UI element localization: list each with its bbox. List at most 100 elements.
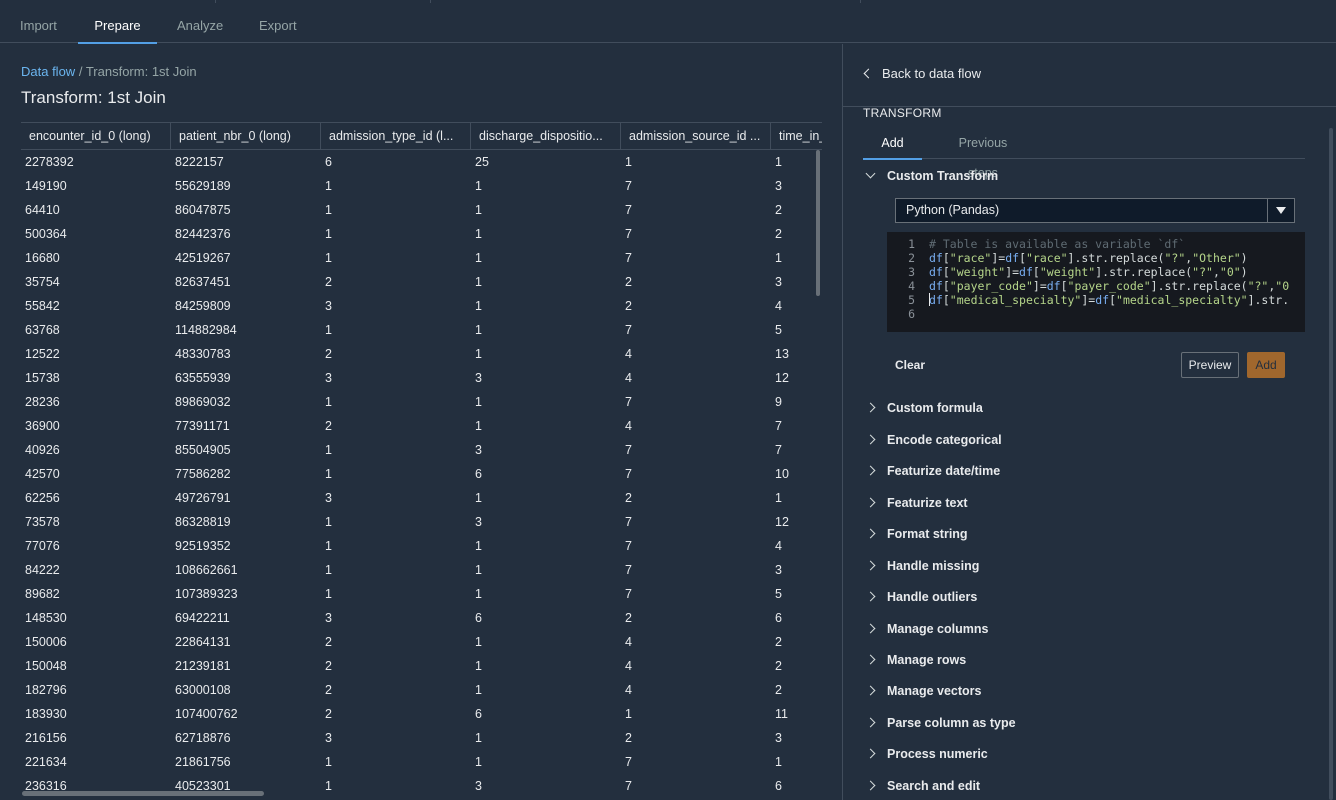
table-horizontal-scrollbar[interactable] [22,791,264,796]
table-cell: 1 [475,755,482,769]
table-cell: 221634 [25,755,67,769]
transform-panel: Back to data flow TRANSFORM Add Previous… [842,44,1336,800]
table-cell: 7 [625,539,632,553]
code-token: , [1212,265,1220,279]
table-cell: 1 [475,275,482,289]
column-header-patient-nbr[interactable]: patient_nbr_0 (long) [171,123,321,150]
table-vertical-scrollbar[interactable] [816,150,820,296]
table-cell: 42519267 [175,251,231,265]
tab-import[interactable]: Import [20,3,57,43]
code-token: df [1005,251,1020,265]
table-cell: 7 [625,227,632,241]
table-row: 183930 107400762 2 6 1 11 [21,702,822,726]
table-row: 73578 86328819 1 3 7 12 [21,510,822,534]
chevron-right-icon [865,623,876,634]
table-cell: 3 [325,491,332,505]
table-cell: 3 [775,275,782,289]
table-cell: 6 [325,155,332,169]
table-row: 150048 21239181 2 1 4 2 [21,654,822,678]
table-cell: 77586282 [175,467,231,481]
table-cell: 42570 [25,467,60,481]
code-token: "weight" [949,265,1006,279]
code-text: # Table is available as variable `df` [929,237,1185,251]
chevron-right-icon [865,591,876,602]
breadcrumb-separator: / [78,64,83,79]
expander-label: Custom formula [887,401,983,415]
table-cell: 6 [775,611,782,625]
table-cell: 2 [325,347,332,361]
table-header: encounter_id_0 (long) patient_nbr_0 (long… [21,122,822,150]
table-cell: 13 [775,347,789,361]
table-cell: 84222 [25,563,60,577]
table-cell: 4 [775,539,782,553]
add-button[interactable]: Add [1247,352,1285,378]
table-cell: 5 [775,323,782,337]
line-number: 5 [908,293,915,307]
column-header-discharge-disposition[interactable]: discharge_dispositio... [471,123,621,150]
column-header-admission-type-id[interactable]: admission_type_id (l... [321,123,471,150]
table-cell: 21239181 [175,659,231,673]
table-cell: 2 [625,299,632,313]
text-cursor [929,293,930,306]
panel-scrollbar[interactable] [1329,128,1333,800]
table-row: 16680 42519267 1 1 7 1 [21,246,822,270]
column-header-time-in[interactable]: time_in_ [771,123,822,150]
tab-export[interactable]: Export [259,3,297,43]
code-token: "race" [1026,251,1068,265]
table-cell: 3 [475,371,482,385]
clear-button[interactable]: Clear [895,354,925,376]
table-cell: 7 [625,467,632,481]
table-cell: 1 [325,779,332,793]
chevron-right-icon [865,497,876,508]
tab-analyze[interactable]: Analyze [177,3,223,43]
page-title: Transform: 1st Join [21,88,166,107]
column-header-encounter-id[interactable]: encounter_id_0 (long) [21,123,171,150]
table-cell: 1 [625,707,632,721]
back-link-label: Back to data flow [882,66,981,81]
column-header-admission-source-id[interactable]: admission_source_id ... [621,123,771,150]
back-to-data-flow-link[interactable]: Back to data flow [863,64,981,84]
code-editor[interactable]: 1 # Table is available as variable `df` 2 d… [887,232,1305,332]
table-cell: 63000108 [175,683,231,697]
table-cell: 1 [325,227,332,241]
line-number: 1 [908,237,915,251]
table-cell: 6 [475,611,482,625]
subtab-add[interactable]: Add [863,128,922,160]
table-cell: 1 [475,323,482,337]
table-cell: 1 [475,563,482,577]
code-token: [ [942,293,950,307]
table-cell: 86328819 [175,515,231,529]
table-row: 150006 22864131 2 1 4 2 [21,630,822,654]
table-cell: 182796 [25,683,67,697]
table-cell: 1 [325,395,332,409]
table-cell: 1 [475,731,482,745]
table-row: 500364 82442376 1 1 7 2 [21,222,822,246]
code-token: [ [1032,265,1040,279]
code-token: ].str. [1247,293,1290,307]
tab-prepare[interactable]: Prepare [78,3,157,44]
chevron-left-icon [863,68,874,79]
table-row: 55842 84259809 3 1 2 4 [21,294,822,318]
preview-button[interactable]: Preview [1181,352,1239,378]
table-cell: 4 [625,347,632,361]
table-row: 28236 89869032 1 1 7 9 [21,390,822,414]
code-token: [ [1060,279,1068,293]
table-cell: 1 [475,179,482,193]
expander-label: Featurize text [887,496,968,510]
table-cell: 7 [625,563,632,577]
code-token: ]= [1081,293,1096,307]
code-line: 4 df["payer_code"]=df["payer_code"].str.r… [887,279,1305,293]
table-cell: 7 [625,395,632,409]
data-table[interactable]: encounter_id_0 (long) patient_nbr_0 (long… [21,122,822,800]
expander-label: Custom Transform [887,169,999,183]
table-cell: 7 [625,179,632,193]
table-cell: 7 [775,443,782,457]
language-select[interactable]: Python (Pandas) [895,198,1295,223]
table-cell: 1 [475,491,482,505]
table-cell: 1 [325,755,332,769]
code-token: df [1019,265,1033,279]
breadcrumb-data-flow-link[interactable]: Data flow [21,64,75,79]
subtab-previous-steps[interactable]: Previous steps [944,128,1022,180]
code-token: "0 [1275,279,1290,293]
code-token: df [1095,293,1110,307]
